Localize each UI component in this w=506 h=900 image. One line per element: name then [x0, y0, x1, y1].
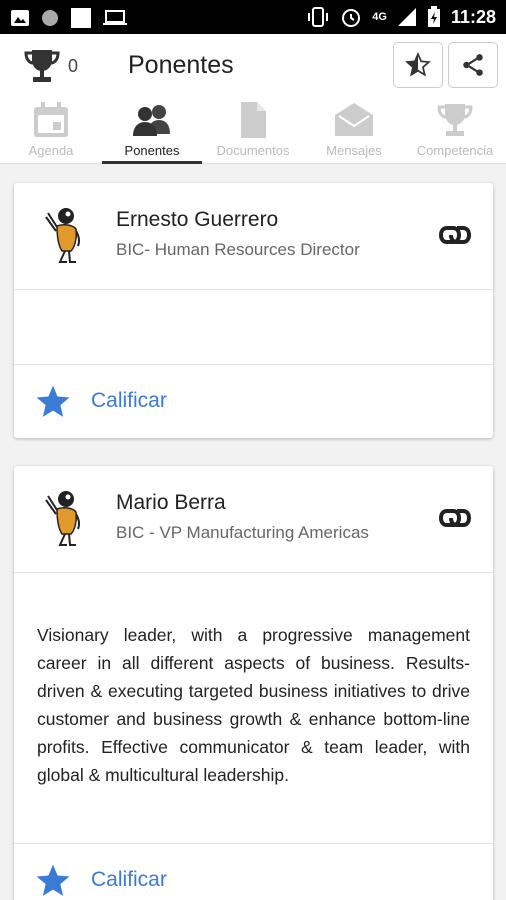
speaker-header[interactable]: Ernesto Guerrero BIC- Human Resources Di… [14, 183, 493, 290]
speaker-bio: Visionary leader, with a progressive man… [37, 625, 470, 785]
tab-bar: Agenda Ponentes Documentos Mensajes Comp… [0, 96, 506, 164]
laptop-icon [103, 10, 127, 25]
tab-label: Documentos [216, 143, 290, 158]
rate-label: Calificar [91, 868, 167, 891]
trophy-icon [437, 104, 473, 136]
score-count: 0 [68, 56, 79, 76]
record-icon [42, 10, 58, 26]
speaker-card: Mario Berra BIC - VP Manufacturing Ameri… [14, 466, 493, 900]
share-button[interactable] [448, 42, 498, 88]
star-icon [36, 864, 70, 896]
speaker-role: BIC - VP Manufacturing Americas [116, 523, 369, 542]
active-tab-indicator [102, 161, 202, 164]
speaker-name: Mario Berra [116, 491, 226, 514]
favorite-button[interactable] [393, 42, 443, 88]
vibrate-icon [308, 7, 329, 27]
mail-icon [335, 103, 373, 136]
speaker-role: BIC- Human Resources Director [116, 240, 360, 259]
status-bar: 4G 11:28 [0, 0, 506, 34]
speaker-header[interactable]: Mario Berra BIC - VP Manufacturing Ameri… [14, 466, 493, 573]
square-icon [71, 8, 91, 28]
alarm-icon [342, 9, 361, 27]
page-title: Ponentes [128, 51, 234, 79]
clock: 11:28 [450, 6, 496, 27]
tab-label: Mensajes [326, 143, 382, 158]
star-half-icon [405, 52, 431, 77]
tab-label: Ponentes [124, 143, 180, 158]
rate-button[interactable]: Calificar [14, 843, 493, 900]
rate-label: Calificar [91, 389, 167, 412]
calendar-icon [34, 102, 68, 137]
signal-icon [397, 8, 416, 26]
battery-icon [427, 6, 440, 27]
tab-mensajes[interactable]: Mensajes [304, 96, 404, 164]
tab-competencia[interactable]: Competencia [405, 96, 505, 164]
link-icon[interactable] [437, 223, 473, 247]
image-icon [11, 10, 29, 26]
tab-label: Competencia [416, 143, 494, 158]
share-icon [463, 54, 483, 76]
network-type: 4G [372, 11, 387, 23]
speaker-avatar-icon [45, 208, 81, 263]
rate-button[interactable]: Calificar [14, 364, 493, 438]
people-icon [133, 105, 170, 136]
tab-label: Agenda [28, 143, 74, 158]
link-icon[interactable] [437, 506, 473, 530]
document-icon [241, 102, 266, 138]
speaker-card: Ernesto Guerrero BIC- Human Resources Di… [14, 183, 493, 438]
trophy-icon[interactable] [22, 46, 62, 86]
app-bar: 0 Ponentes [0, 34, 506, 96]
tab-documentos[interactable]: Documentos [203, 96, 303, 164]
star-icon [36, 385, 70, 417]
tab-agenda[interactable]: Agenda [1, 96, 101, 164]
speaker-avatar-icon [45, 491, 81, 546]
speaker-name: Ernesto Guerrero [116, 208, 279, 231]
tab-ponentes[interactable]: Ponentes [102, 96, 202, 164]
